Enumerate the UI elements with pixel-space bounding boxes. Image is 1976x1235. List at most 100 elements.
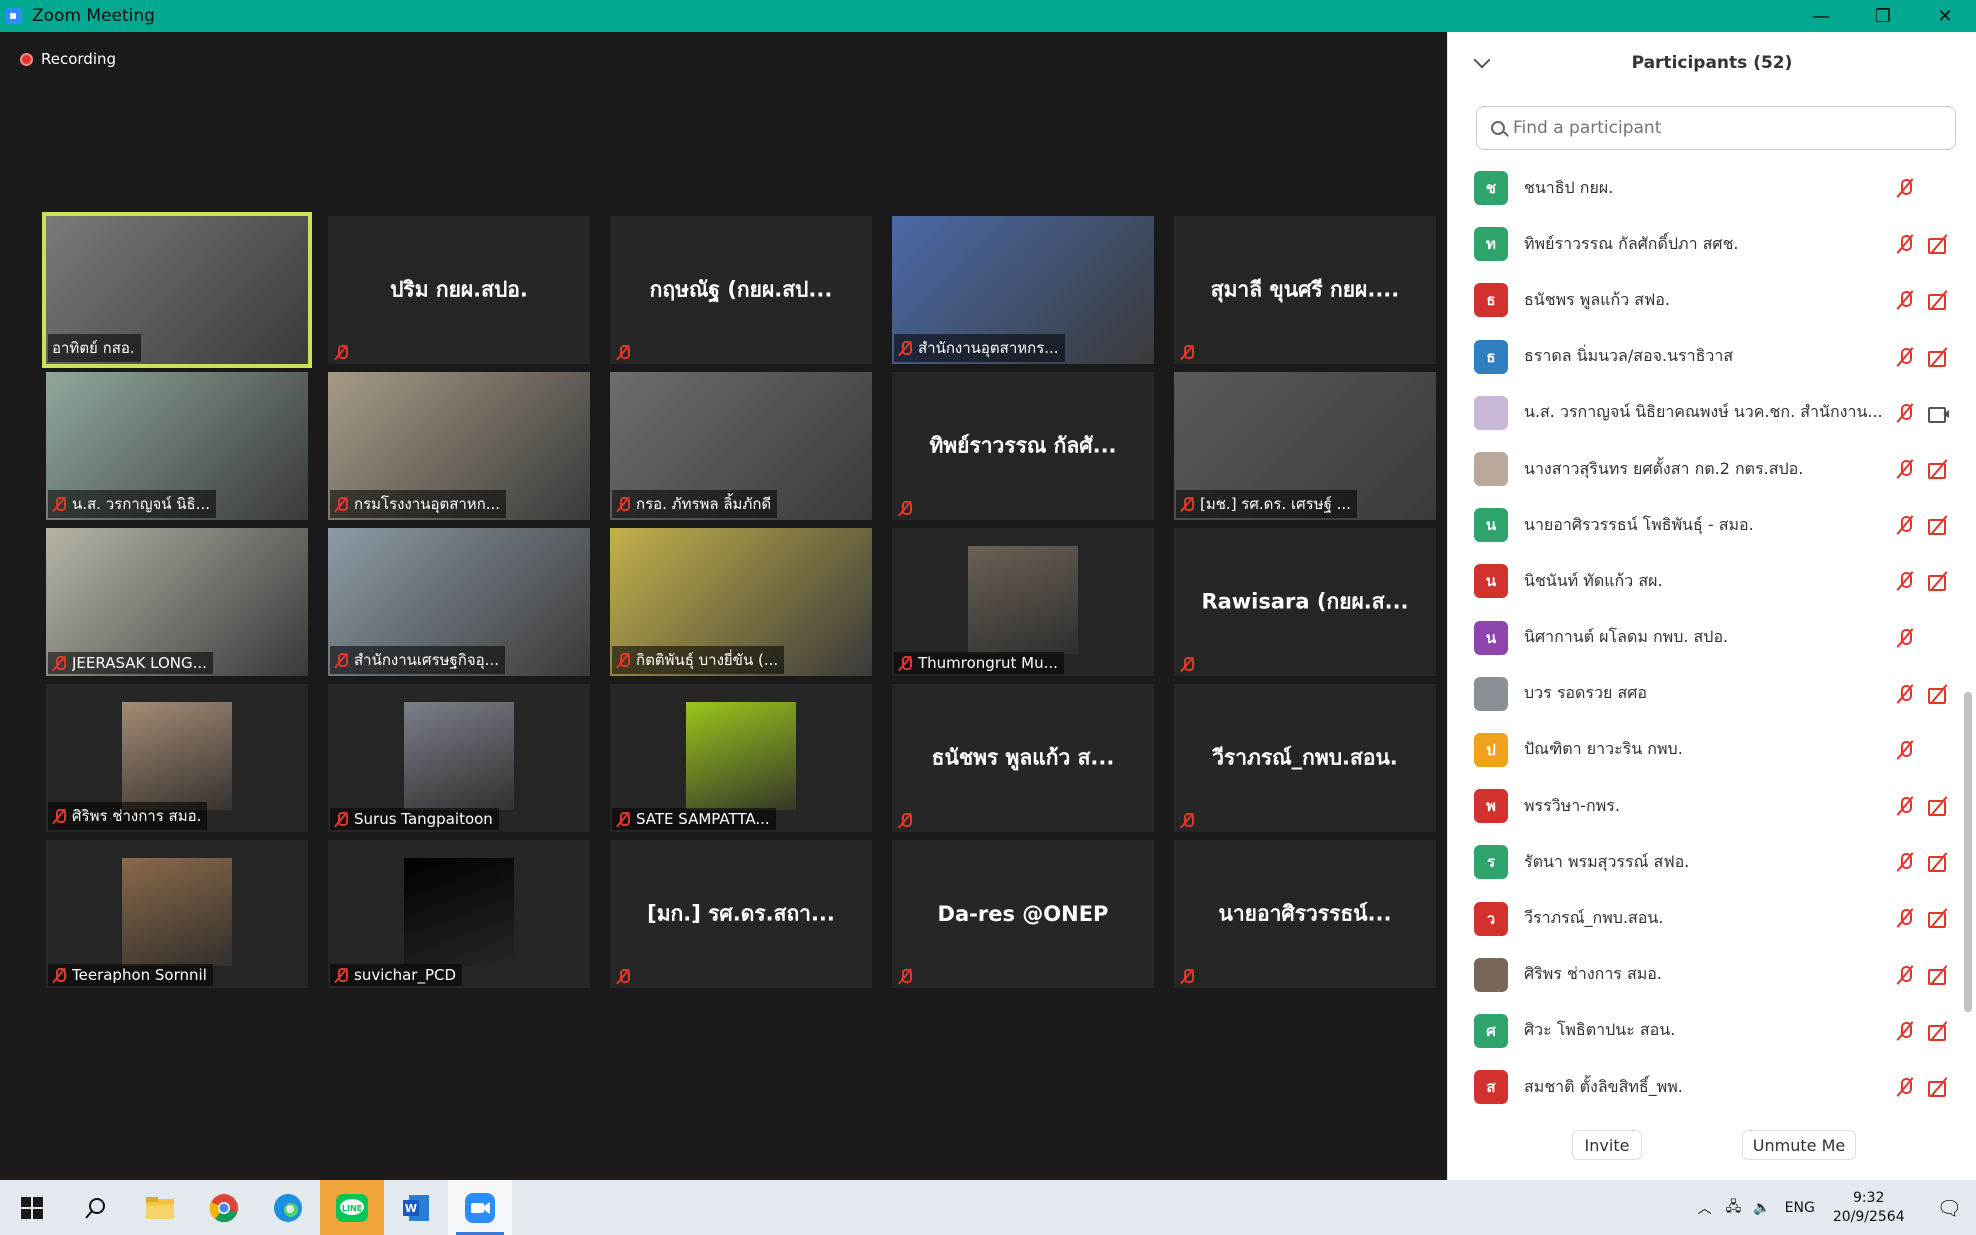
participant-profile-photo [968, 546, 1078, 654]
participant-list-item[interactable]: ท ทิพย์ราวรรณ กัลศักดิ์ปภา สศช. [1448, 216, 1958, 272]
meeting-video-area: Recording อาทิตย์ กสอ. ปริม กยผ.สปอ. กฤษณั… [0, 32, 1447, 1180]
participant-video-tile[interactable]: กรอ. ภัทรพล ลิ้มภักดี [610, 372, 872, 520]
scrollbar-thumb[interactable] [1964, 692, 1972, 1012]
participant-search-box[interactable] [1476, 106, 1956, 150]
mic-muted-icon [1896, 403, 1914, 423]
chevron-up-icon[interactable]: ︿ [1698, 1198, 1712, 1218]
zoom-taskbar-button[interactable] [448, 1180, 512, 1235]
mic-muted-icon [1896, 1021, 1914, 1041]
zoom-app-icon [6, 8, 22, 24]
participant-video-tile[interactable]: อาทิตย์ กสอ. [42, 212, 312, 368]
recording-label: Recording [41, 50, 117, 68]
participant-avatar: ศ [1474, 1013, 1508, 1048]
participant-list-item[interactable]: น.ส. วรกาญจน์ นิธิยาคณพงษ์ นวค.ชก. สำนัก… [1448, 385, 1958, 441]
camera-off-icon [1928, 571, 1950, 592]
participant-status-icons [1896, 216, 1950, 272]
participant-video-tile[interactable]: ทิพย์ราวรรณ กัลศั... [892, 372, 1154, 520]
edge-button[interactable] [256, 1180, 320, 1235]
chevron-down-icon[interactable] [1473, 51, 1491, 69]
participant-video-tile[interactable]: สำนักงานเศรษฐกิจอุ... [328, 528, 590, 676]
taskbar-clock[interactable]: 9:32 20/9/2564 [1833, 1189, 1905, 1227]
participant-video-tile[interactable]: SATE SAMPATTA... [610, 684, 872, 832]
participant-avatar: ป [1474, 732, 1508, 767]
participant-video-tile[interactable]: ศิริพร ช่างการ สมอ. [46, 684, 308, 832]
participant-name-label: สำนักงานอุตสาหกร... [894, 334, 1065, 362]
mic-muted-icon [1896, 796, 1914, 816]
participant-list-item[interactable]: ศิริพร ช่างการ สมอ. [1448, 947, 1958, 1003]
participant-video-tile[interactable]: กิตติพันธุ์ บางยี่ขัน (... [610, 528, 872, 676]
participant-name-label [1176, 342, 1206, 362]
participant-name-label: JEERASAK LONG... [48, 652, 213, 674]
participant-name: กรมโรงงานอุตสาหก... [354, 495, 501, 513]
participant-avatar [1474, 395, 1508, 430]
participant-video-tile[interactable]: น.ส. วรกาญจน์ นิธิ... [46, 372, 308, 520]
participant-list-item[interactable]: ช ชนาธิป กยผ. [1448, 160, 1958, 216]
participant-list-item[interactable]: บวร รอดรวย สศอ [1448, 666, 1958, 722]
participant-video-tile[interactable]: วีราภรณ์_กพบ.สอน. [1174, 684, 1436, 832]
participant-status-icons [1896, 160, 1950, 216]
word-button[interactable]: W [384, 1180, 448, 1235]
participant-list-item[interactable]: พ พรรวิษา-กพร. [1448, 778, 1958, 834]
unmute-me-button[interactable]: Unmute Me [1742, 1130, 1856, 1160]
language-indicator[interactable]: ENG [1785, 1200, 1815, 1216]
participant-name-label [1176, 654, 1206, 674]
participant-video-tile[interactable]: Thumrongrut Mu... [892, 528, 1154, 676]
taskbar-search-button[interactable] [64, 1180, 128, 1235]
participant-name: วีราภรณ์_กพบ.สอน. [1524, 908, 1664, 928]
notification-icon[interactable]: 🗨 [1937, 1196, 1962, 1220]
participant-name: สำนักงานอุตสาหกร... [918, 339, 1059, 357]
word-icon: W [403, 1194, 429, 1221]
participant-name-label: อาทิตย์ กสอ. [48, 334, 141, 362]
invite-button[interactable]: Invite [1572, 1130, 1642, 1160]
participant-video-tile[interactable]: Da-res @ONEP [892, 840, 1154, 988]
start-button[interactable] [0, 1180, 64, 1235]
participant-video-tile[interactable]: Rawisara (กยผ.ส... [1174, 528, 1436, 676]
recording-indicator[interactable]: Recording [20, 50, 116, 68]
mic-muted-icon [616, 968, 630, 984]
participant-video-tile[interactable]: [มช.] รศ.ดร. เศรษฐ์ ... [1174, 372, 1436, 520]
participant-name: [มช.] รศ.ดร. เศรษฐ์ ... [1200, 495, 1351, 513]
participant-list-item[interactable]: ธ ธนัชพร พูลแก้ว สฟอ. [1448, 272, 1958, 328]
file-explorer-button[interactable] [128, 1180, 192, 1235]
participant-list-item[interactable]: น นายอาศิรวรรธน์ โพธิพันธุ์ - สมอ. [1448, 497, 1958, 553]
volume-icon[interactable]: 🔈 [1753, 1200, 1770, 1216]
participant-video-tile[interactable]: Teeraphon Sornnil [46, 840, 308, 988]
participant-search-input[interactable] [1513, 118, 1933, 138]
camera-off-icon [1928, 908, 1950, 929]
restore-button[interactable]: ❐ [1852, 0, 1914, 32]
participant-video-tile[interactable]: กรมโรงงานอุตสาหก... [328, 372, 590, 520]
chrome-button[interactable] [192, 1180, 256, 1235]
svg-text:W: W [405, 1202, 417, 1215]
participant-video-tile[interactable]: นายอาศิรวรรธน์... [1174, 840, 1436, 988]
participant-list-item[interactable]: ว วีราภรณ์_กพบ.สอน. [1448, 890, 1958, 946]
participant-list-scrollbar[interactable] [1964, 182, 1972, 1012]
close-button[interactable]: ✕ [1914, 0, 1976, 32]
participant-list-item[interactable]: ป ปัณฑิตา ยาวะริน กพบ. [1448, 722, 1958, 778]
participant-video-tile[interactable]: [มก.] รศ.ดร.สถา... [610, 840, 872, 988]
minimize-button[interactable]: — [1790, 0, 1852, 32]
participant-video-tile[interactable]: สุมาลี ขุนศรี กยผ.... [1174, 216, 1436, 364]
network-icon[interactable]: 🖧 [1726, 1196, 1742, 1220]
participant-video-tile[interactable]: suvichar_PCD [328, 840, 590, 988]
participant-list-item[interactable]: ศ ศิวะ โพธิตาปนะ สอน. [1448, 1003, 1958, 1059]
participant-video-tile[interactable]: สำนักงานอุตสาหกร... [892, 216, 1154, 364]
participant-video-tile[interactable]: กฤษณัฐ (กยผ.สป... [610, 216, 872, 364]
participant-name: กรอ. ภัทรพล ลิ้มภักดี [636, 495, 772, 513]
participant-profile-photo [686, 702, 796, 810]
line-button[interactable]: LINE [320, 1180, 384, 1235]
participant-video-tile[interactable]: Surus Tangpaitoon [328, 684, 590, 832]
participant-video-tile[interactable]: ปริม กยผ.สปอ. [328, 216, 590, 364]
participant-list-item[interactable]: น นิชนันท์ ทัดแก้ว สผ. [1448, 553, 1958, 609]
participant-name: นายอาศิรวรรธน์ โพธิพันธุ์ - สมอ. [1524, 514, 1754, 534]
participant-list-item[interactable]: น นิศากานต์ ผโลดม กพบ. สปอ. [1448, 610, 1958, 666]
participant-status-icons [1896, 1059, 1950, 1115]
participant-list-item[interactable]: ธ ธราดล นิ่มนวล/สอจ.นราธิวาส [1448, 329, 1958, 385]
mic-muted-icon [1896, 459, 1914, 479]
participant-video-tile[interactable]: ธนัชพร พูลแก้ว ส... [892, 684, 1154, 832]
mic-muted-icon [1896, 234, 1914, 254]
participant-list-item[interactable]: ร รัตนา พรมสุวรรณ์ สฟอ. [1448, 834, 1958, 890]
participant-list-item[interactable]: ส สมชาติ ตั้งลิขสิทธิ์_พพ. [1448, 1059, 1958, 1115]
camera-off-icon [1928, 684, 1950, 704]
participant-list-item[interactable]: นางสาวสุรินทร ยศตั้งสา กต.2 กตร.สปอ. [1448, 441, 1958, 497]
participant-video-tile[interactable]: JEERASAK LONG... [46, 528, 308, 676]
